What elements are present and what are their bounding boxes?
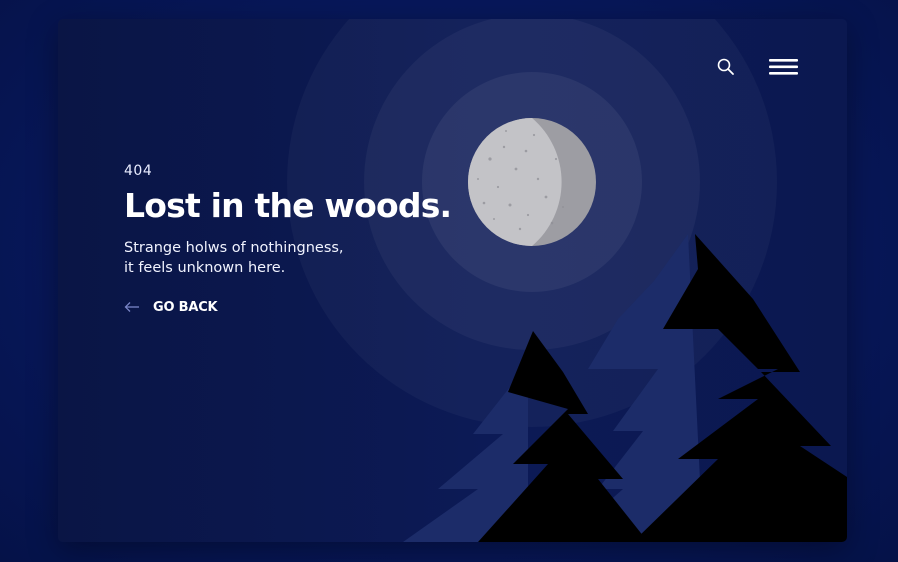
subtitle-line-2: it feels unknown here.: [124, 259, 286, 276]
search-button[interactable]: [715, 56, 737, 78]
menu-button[interactable]: [767, 55, 801, 79]
page-title: Lost in the woods.: [124, 186, 452, 225]
error-subtitle: Strange holws of nothingness, it feels u…: [124, 238, 504, 278]
error-code: 404: [124, 163, 153, 179]
hamburger-menu-icon: [769, 59, 798, 75]
go-back-link[interactable]: GO BACK: [124, 300, 234, 315]
subtitle-line-1: Strange holws of nothingness,: [124, 239, 344, 256]
arrow-left-icon: [124, 302, 139, 313]
error-message-block: 404 Lost in the woods. Strange holws of …: [124, 163, 504, 315]
search-icon: [717, 58, 734, 75]
error-card: 404 Lost in the woods. Strange holws of …: [58, 19, 847, 542]
go-back-label: GO BACK: [153, 299, 218, 315]
